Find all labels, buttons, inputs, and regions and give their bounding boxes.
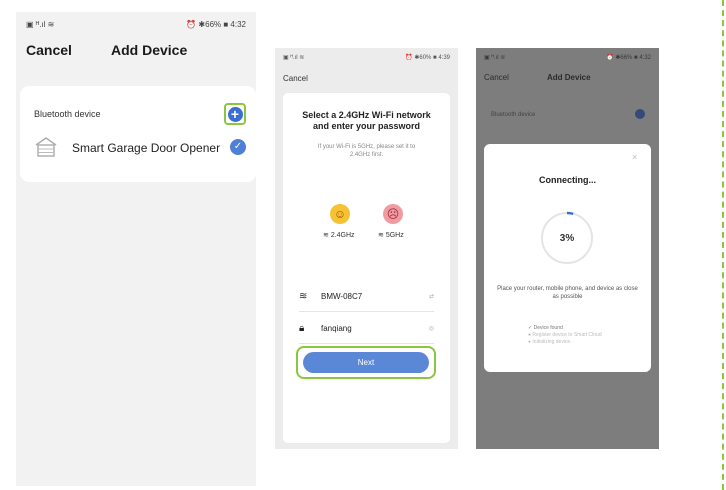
page-title: Add Device: [547, 73, 591, 82]
dashed-border: [722, 0, 724, 490]
password-value: fanqiang: [321, 323, 352, 333]
connecting-dialog: × Connecting... 3% Place your router, mo…: [484, 144, 651, 372]
garage-icon: [35, 137, 57, 157]
wifi-setup-screen: ▣ ᴴ.ıl ≋ ⏰ ✱60% ■ 4:39 Cancel Select a 2…: [275, 48, 458, 449]
status-right: ⏰ ✱60% ■ 4:39: [405, 55, 450, 61]
progress-percent: 3%: [559, 232, 575, 244]
wifi-heading-line1: Select a 2.4GHz Wi-Fi network: [302, 110, 431, 120]
wifi-icon: ≋: [299, 290, 308, 302]
sad-icon: ☹: [383, 204, 403, 224]
device-name[interactable]: Smart Garage Door Opener: [72, 141, 220, 155]
lock-icon: 🔒︎: [299, 322, 305, 334]
next-button[interactable]: Next: [303, 352, 429, 373]
page-title: Add Device: [111, 42, 188, 58]
password-field[interactable]: 🔒︎ fanqiang ◎: [299, 318, 434, 338]
connecting-screen: ▣ ᴴ.ıl ≋ ⏰ ✱66% ■ 4:32 Cancel Add Device…: [476, 48, 659, 449]
next-highlight: Next: [296, 346, 436, 379]
add-device-screen: ▣ ᴴ.ıl ≋ ⏰ ✱66% ■ 4:32 Cancel Add Device…: [16, 12, 256, 486]
check-icon[interactable]: ✓: [230, 139, 246, 155]
close-icon[interactable]: ×: [632, 152, 637, 162]
switch-network-icon[interactable]: ⇄: [429, 293, 434, 300]
band-5-label: ≋ 5GHz: [378, 232, 404, 239]
wifi-subtext-line2: 2.4GHz first.: [349, 152, 384, 158]
status-bar: ▣ ᴴ.ıl ≋ ⏰ ✱66% ■ 4:32: [484, 54, 651, 64]
wifi-name: BMW-08C7: [321, 291, 363, 301]
wifi-network-field[interactable]: ≋ BMW-08C7 ⇄: [299, 286, 434, 306]
wifi-icon: ≋: [378, 232, 386, 239]
status-left: ▣ ᴴ.ıl ≋: [283, 55, 305, 61]
placement-hint-line1: Place your router, mobile phone, and dev…: [497, 286, 638, 292]
wifi-card: Select a 2.4GHz Wi-Fi network and enter …: [283, 93, 450, 443]
progress-steps: ✓ Device found ● Register device to Smar…: [528, 325, 602, 346]
wifi-subtext-line1: If your Wi-Fi is 5GHz, please set it to: [317, 144, 416, 150]
device-card: Bluetooth device + Smart Garage Door Ope…: [20, 86, 256, 182]
connecting-title: Connecting...: [539, 175, 596, 185]
placement-hint-line2: as possible: [552, 294, 583, 300]
nav-bar: Cancel Add Device: [26, 42, 246, 62]
add-device-button[interactable]: [635, 109, 645, 119]
step-register-device: ● Register device to Smart Cloud: [528, 332, 602, 338]
step-device-found: ✓ Device found: [528, 325, 563, 331]
step-initializing: ● Initializing device.: [528, 339, 572, 345]
bluetooth-device-label: Bluetooth device: [34, 109, 101, 119]
cancel-button[interactable]: Cancel: [484, 73, 509, 82]
plus-icon: +: [227, 106, 243, 122]
bluetooth-device-label: Bluetooth device: [491, 112, 536, 118]
wifi-heading: Select a 2.4GHz Wi-Fi network and enter …: [283, 110, 450, 132]
band-24-label: ≋ 2.4GHz: [323, 232, 355, 239]
status-right: ⏰ ✱66% ■ 4:32: [186, 20, 246, 29]
status-bar: ▣ ᴴ.ıl ≋ ⏰ ✱60% ■ 4:39: [283, 54, 450, 64]
divider: [299, 311, 434, 312]
wifi-icon: ≋: [323, 232, 331, 239]
add-device-button[interactable]: +: [224, 103, 246, 125]
status-left: ▣ ᴴ.ıl ≋: [484, 55, 506, 61]
divider: [299, 343, 434, 344]
cancel-button[interactable]: Cancel: [283, 74, 308, 83]
status-right: ⏰ ✱66% ■ 4:32: [606, 55, 651, 61]
cancel-button[interactable]: Cancel: [26, 42, 72, 58]
status-bar: ▣ ᴴ.ıl ≋ ⏰ ✱66% ■ 4:32: [26, 20, 246, 32]
eye-icon[interactable]: ◎: [429, 325, 434, 332]
wifi-subtext: If your Wi-Fi is 5GHz, please set it to …: [283, 143, 450, 159]
status-left: ▣ ᴴ.ıl ≋: [26, 20, 55, 29]
smile-icon: ☺: [330, 204, 350, 224]
wifi-heading-line2: and enter your password: [312, 121, 421, 131]
placement-hint: Place your router, mobile phone, and dev…: [488, 285, 647, 301]
